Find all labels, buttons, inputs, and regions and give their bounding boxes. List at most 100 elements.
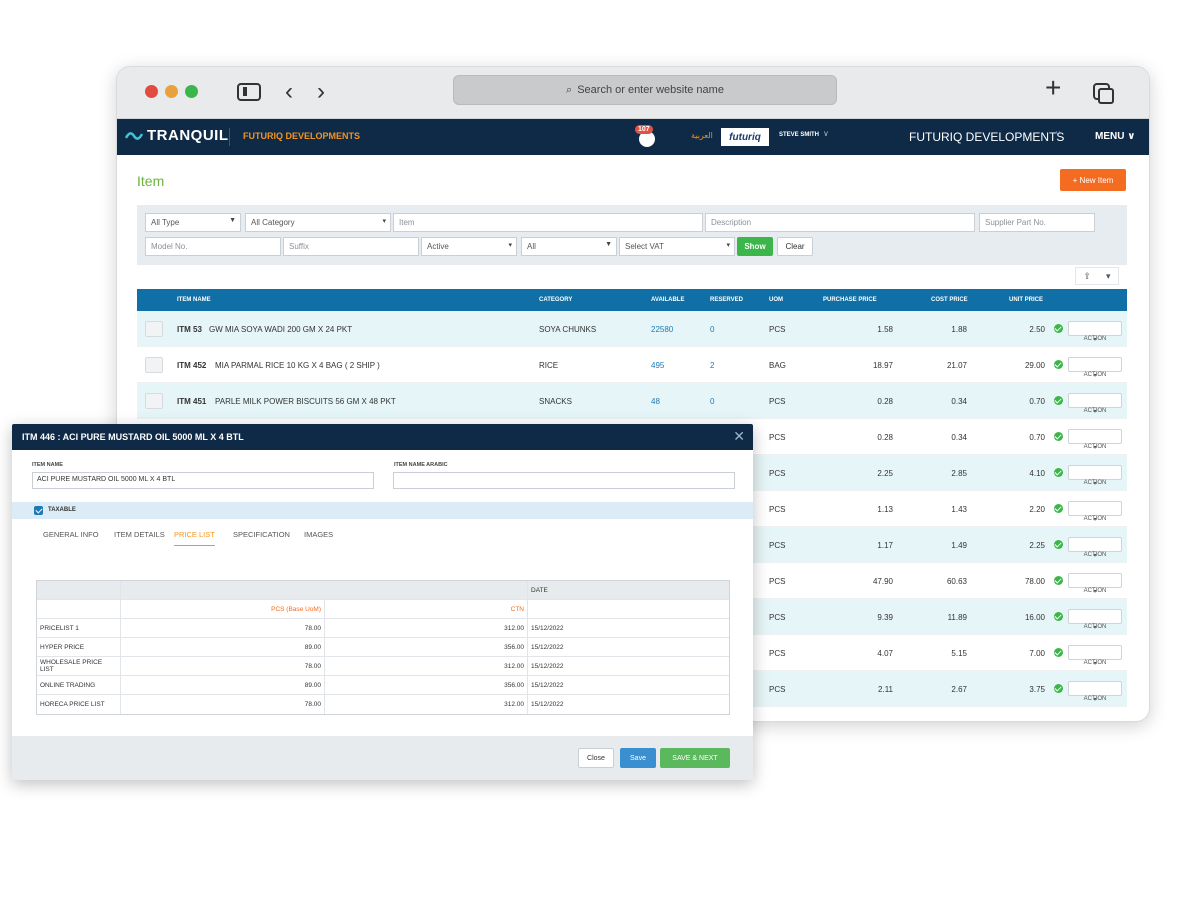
sidebar-toggle-icon[interactable] bbox=[237, 83, 261, 101]
ctn-price-cell[interactable]: 312.00 bbox=[325, 695, 528, 714]
supplier-part-input[interactable]: Supplier Part No. bbox=[979, 213, 1095, 232]
clear-button[interactable]: Clear bbox=[777, 237, 813, 256]
action-button[interactable]: ACTION ▾ bbox=[1068, 609, 1122, 631]
chevron-down-icon[interactable]: ∨ bbox=[823, 129, 829, 138]
new-tab-icon[interactable]: + bbox=[1045, 74, 1061, 102]
vat-select[interactable]: Select VAT ▾ bbox=[619, 237, 735, 256]
pcs-price-cell[interactable]: 78.00 bbox=[121, 619, 325, 637]
item-name[interactable]: MIA PARMAL RICE 10 KG X 4 BAG ( 2 SHIP ) bbox=[215, 361, 380, 370]
column-header[interactable]: PURCHASE PRICE bbox=[823, 297, 877, 303]
price-date-cell[interactable]: 15/12/2022 bbox=[528, 619, 731, 637]
pcs-price-cell[interactable]: 78.00 bbox=[121, 657, 325, 675]
tab-item-details[interactable]: ITEM DETAILS bbox=[114, 530, 165, 539]
forward-icon[interactable]: › bbox=[317, 79, 325, 105]
taxable-checkbox[interactable] bbox=[34, 506, 43, 515]
cost-price-cell: 1.43 bbox=[951, 505, 967, 514]
action-button[interactable]: ACTION ▾ bbox=[1068, 645, 1122, 667]
reserved-cell[interactable]: 0 bbox=[710, 397, 714, 406]
action-button[interactable]: ACTION ▾ bbox=[1068, 573, 1122, 595]
export-button[interactable]: ⇪ ▾ bbox=[1075, 267, 1119, 285]
tab-images[interactable]: IMAGES bbox=[304, 530, 333, 539]
available-cell[interactable]: 495 bbox=[651, 361, 664, 370]
price-date-cell[interactable]: 15/12/2022 bbox=[528, 676, 731, 694]
menu-button[interactable]: MENU ∨ bbox=[1095, 131, 1135, 142]
maximize-window-button[interactable] bbox=[185, 85, 198, 98]
category-cell: SOYA CHUNKS bbox=[539, 325, 597, 334]
available-cell[interactable]: 22580 bbox=[651, 325, 673, 334]
column-header[interactable]: UOM bbox=[769, 297, 783, 303]
action-button[interactable]: ACTION ▾ bbox=[1068, 501, 1122, 523]
action-button[interactable]: ACTION ▾ bbox=[1068, 357, 1122, 379]
column-header[interactable]: CATEGORY bbox=[539, 297, 572, 303]
check-circle-icon bbox=[1054, 612, 1063, 621]
close-icon[interactable]: ✕ bbox=[733, 428, 745, 445]
all-select[interactable]: All ▼ bbox=[521, 237, 617, 256]
tab-specification[interactable]: SPECIFICATION bbox=[233, 530, 290, 539]
save-button[interactable]: Save bbox=[620, 748, 656, 768]
item-name-arabic-input[interactable] bbox=[393, 472, 735, 489]
ctn-price-cell[interactable]: 356.00 bbox=[325, 638, 528, 656]
notification-button[interactable]: 107 bbox=[635, 125, 659, 149]
pcs-price-cell[interactable]: 89.00 bbox=[121, 638, 325, 656]
price-date-cell[interactable]: 15/12/2022 bbox=[528, 638, 731, 656]
column-header[interactable]: RESERVED bbox=[710, 297, 743, 303]
price-date-cell[interactable]: 15/12/2022 bbox=[528, 695, 731, 714]
action-button[interactable]: ACTION ▾ bbox=[1068, 429, 1122, 451]
uom-cell: PCS bbox=[769, 433, 786, 442]
item-search-input[interactable]: Item bbox=[393, 213, 703, 232]
suffix-input[interactable]: Suffix bbox=[283, 237, 419, 256]
table-row[interactable]: ITM 53 GW MIA SOYA WADI 200 GM X 24 PKT SO… bbox=[137, 311, 1127, 347]
tab-general-info[interactable]: GENERAL INFO bbox=[43, 530, 99, 539]
available-cell[interactable]: 48 bbox=[651, 397, 660, 406]
ctn-price-cell[interactable]: 312.00 bbox=[325, 657, 528, 675]
item-code[interactable]: ITM 53 bbox=[177, 325, 202, 334]
company-switcher[interactable]: FUTURIQ DEVELOPMENTS bbox=[909, 130, 1064, 144]
tab-price-list[interactable]: PRICE LIST bbox=[174, 530, 215, 546]
reserved-cell[interactable]: 2 bbox=[710, 361, 714, 370]
type-select[interactable]: All Type ▼ bbox=[145, 213, 241, 232]
column-header[interactable]: UNIT PRICE bbox=[1009, 297, 1043, 303]
reserved-cell[interactable]: 0 bbox=[710, 325, 714, 334]
close-button[interactable]: Close bbox=[578, 748, 614, 768]
action-button[interactable]: ACTION ▾ bbox=[1068, 465, 1122, 487]
action-button[interactable]: ACTION ▾ bbox=[1068, 321, 1122, 343]
cost-price-cell: 60.63 bbox=[946, 577, 967, 586]
description-input[interactable]: Description bbox=[705, 213, 975, 232]
item-code[interactable]: ITM 452 bbox=[177, 361, 206, 370]
brand-logo[interactable]: TRANQUIL bbox=[125, 127, 229, 144]
save-and-next-button[interactable]: SAVE & NEXT bbox=[660, 748, 730, 768]
action-button[interactable]: ACTION ▾ bbox=[1068, 393, 1122, 415]
item-name[interactable]: PARLE MILK POWER BISCUITS 56 GM X 48 PKT bbox=[215, 397, 396, 406]
purchase-price-cell: 9.39 bbox=[877, 613, 893, 622]
category-select[interactable]: All Category ▾ bbox=[245, 213, 391, 232]
show-button[interactable]: Show bbox=[737, 237, 773, 256]
pcs-price-cell[interactable]: 89.00 bbox=[121, 676, 325, 694]
table-row[interactable]: ITM 451 PARLE MILK POWER BISCUITS 56 GM X… bbox=[137, 383, 1127, 419]
language-switch[interactable]: العربية bbox=[691, 131, 713, 140]
new-item-button[interactable]: + New Item bbox=[1060, 169, 1126, 191]
chevron-down-icon: ▾ bbox=[726, 242, 730, 249]
minimize-window-button[interactable] bbox=[165, 85, 178, 98]
price-date-cell[interactable]: 15/12/2022 bbox=[528, 657, 731, 675]
chevron-down-icon[interactable]: ∨ bbox=[1055, 129, 1061, 138]
user-menu[interactable]: STEVE SMITH bbox=[779, 132, 819, 138]
model-number-input[interactable]: Model No. bbox=[145, 237, 281, 256]
ctn-price-cell[interactable]: 312.00 bbox=[325, 619, 528, 637]
ctn-price-cell[interactable]: 356.00 bbox=[325, 676, 528, 694]
chevron-down-icon: ▾ bbox=[508, 242, 512, 249]
action-button[interactable]: ACTION ▾ bbox=[1068, 681, 1122, 703]
back-icon[interactable]: ‹ bbox=[285, 79, 293, 105]
tab-overview-icon[interactable] bbox=[1093, 83, 1114, 104]
column-header[interactable]: AVAILABLE bbox=[651, 297, 684, 303]
table-row[interactable]: ITM 452 MIA PARMAL RICE 10 KG X 4 BAG ( 2… bbox=[137, 347, 1127, 383]
close-window-button[interactable] bbox=[145, 85, 158, 98]
address-bar[interactable]: ⌕ Search or enter website name bbox=[453, 75, 837, 105]
item-name[interactable]: GW MIA SOYA WADI 200 GM X 24 PKT bbox=[209, 325, 352, 334]
column-header[interactable]: COST PRICE bbox=[931, 297, 968, 303]
column-header[interactable]: ITEM NAME bbox=[177, 297, 211, 303]
action-button[interactable]: ACTION ▾ bbox=[1068, 537, 1122, 559]
status-select[interactable]: Active ▾ bbox=[421, 237, 517, 256]
pcs-price-cell[interactable]: 78.00 bbox=[121, 695, 325, 714]
item-name-input[interactable]: ACI PURE MUSTARD OIL 5000 ML X 4 BTL bbox=[32, 472, 374, 489]
item-code[interactable]: ITM 451 bbox=[177, 397, 206, 406]
